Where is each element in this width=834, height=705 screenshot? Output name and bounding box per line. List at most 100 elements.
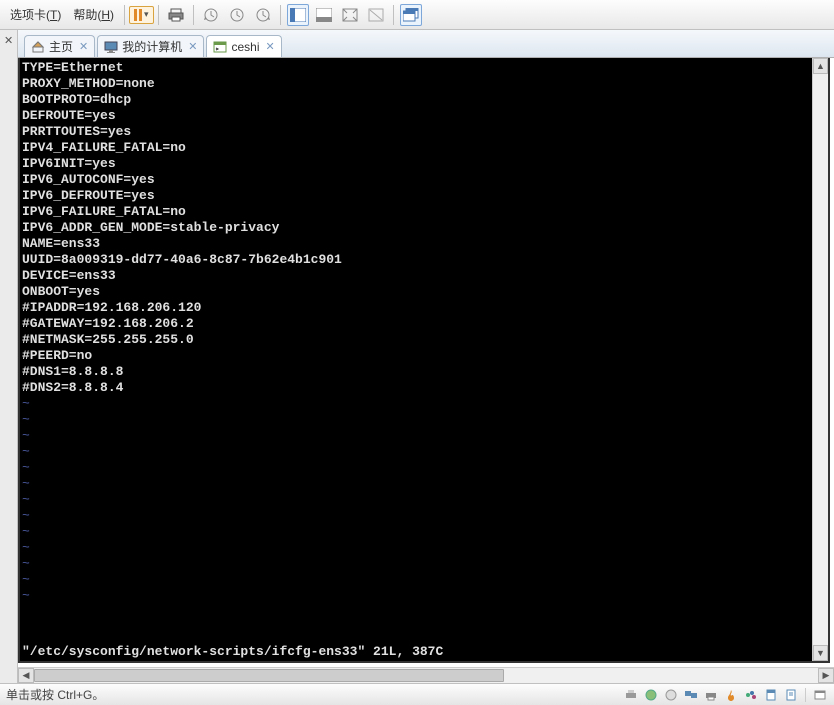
tab-home[interactable]: 主页 ✕ (24, 35, 95, 57)
tab-label: 主页 (49, 38, 73, 55)
pause-button[interactable]: ▾ (129, 6, 154, 24)
terminal-line: #NETMASK=255.255.255.0 (22, 332, 826, 348)
clock-icon (229, 7, 245, 23)
flame-status-icon[interactable] (723, 687, 739, 703)
content-scrollbar-horizontal[interactable]: ◀ ▶ (18, 667, 834, 683)
history-forward-button[interactable] (252, 4, 274, 26)
menu-options-hotkey: T (50, 8, 57, 22)
left-sidebar-collapsed: ✕ (0, 30, 18, 683)
terminal-line: DEVICE=ens33 (22, 268, 826, 284)
vim-empty-line: ~ (22, 460, 826, 476)
printer-status-icon[interactable] (623, 687, 639, 703)
vim-empty-line: ~ (22, 444, 826, 460)
globe2-status-icon[interactable] (663, 687, 679, 703)
history-back-button[interactable] (200, 4, 222, 26)
panel-left-icon (290, 8, 306, 22)
terminal-line: NAME=ens33 (22, 236, 826, 252)
doc1-status-icon[interactable] (763, 687, 779, 703)
panel-bottom-icon (316, 8, 332, 22)
vim-empty-line: ~ (22, 556, 826, 572)
view-windows-button[interactable] (400, 4, 422, 26)
status-bar: 单击或按 Ctrl+G。 (0, 683, 834, 705)
vim-empty-line: ~ (22, 540, 826, 556)
menu-options-suffix: ) (57, 8, 61, 22)
status-icons (623, 687, 828, 703)
vim-empty-line: ~ (22, 396, 826, 412)
print-button[interactable] (165, 4, 187, 26)
menu-help-hotkey: H (101, 8, 110, 22)
terminal-line: IPV6_AUTOCONF=yes (22, 172, 826, 188)
vim-empty-line: ~ (22, 524, 826, 540)
terminal-line: #PEERD=no (22, 348, 826, 364)
panel-crossed-icon (368, 8, 384, 22)
tab-label: ceshi (231, 40, 259, 54)
tab-label: 我的计算机 (122, 38, 182, 55)
tab-ceshi[interactable]: ceshi ✕ (206, 35, 281, 57)
terminal-line: #IPADDR=192.168.206.120 (22, 300, 826, 316)
terminal-line: TYPE=Ethernet (22, 60, 826, 76)
globe-status-icon[interactable] (643, 687, 659, 703)
doc2-status-icon[interactable] (783, 687, 799, 703)
status-text: 单击或按 Ctrl+G。 (6, 686, 623, 703)
scroll-right-button[interactable]: ▶ (818, 668, 834, 683)
clock-back-icon (203, 7, 219, 23)
tab-close-button[interactable]: ✕ (265, 40, 274, 53)
toolbar-separator (280, 5, 281, 25)
clock-forward-icon (255, 7, 271, 23)
terminal-line: IPV4_FAILURE_FATAL=no (22, 140, 826, 156)
view-fullscreen-button[interactable] (339, 4, 361, 26)
scroll-track[interactable] (34, 668, 818, 683)
monitor-icon (104, 40, 118, 54)
printer-icon (168, 7, 184, 23)
chevron-down-icon: ▾ (144, 9, 149, 20)
toolbar-separator (124, 5, 125, 25)
terminal-line: #DNS1=8.8.8.8 (22, 364, 826, 380)
terminal-line: PROXY_METHOD=none (22, 76, 826, 92)
vim-empty-line: ~ (22, 428, 826, 444)
terminal-line: IPV6INIT=yes (22, 156, 826, 172)
view-panel-bottom-button[interactable] (313, 4, 335, 26)
terminal-line: UUID=8a009319-dd77-40a6-8c87-7b62e4b1c90… (22, 252, 826, 268)
fullscreen-icon (342, 8, 358, 22)
vim-status-line: "/etc/sysconfig/network-scripts/ifcfg-en… (22, 644, 443, 659)
terminal-line: DEFROUTE=yes (22, 108, 826, 124)
status-separator (805, 688, 806, 702)
terminal-content: TYPE=EthernetPROXY_METHOD=noneBOOTPROTO=… (20, 58, 828, 606)
tab-close-button[interactable]: ✕ (188, 40, 197, 53)
scroll-left-button[interactable]: ◀ (18, 668, 34, 683)
vim-empty-line: ~ (22, 492, 826, 508)
scroll-down-button[interactable]: ▼ (813, 645, 828, 661)
palette-status-icon[interactable] (743, 687, 759, 703)
main-toolbar: 选项卡(T) 帮助(H) ▾ (0, 0, 834, 30)
tab-my-computer[interactable]: 我的计算机 ✕ (97, 35, 204, 57)
terminal-line: #GATEWAY=192.168.206.2 (22, 316, 826, 332)
menu-options-prefix: 选项卡( (10, 6, 50, 23)
vim-empty-line: ~ (22, 412, 826, 428)
window-status-icon[interactable] (812, 687, 828, 703)
scroll-track[interactable] (813, 74, 828, 645)
view-sidebar-left-button[interactable] (287, 4, 309, 26)
monitors-status-icon[interactable] (683, 687, 699, 703)
close-sidebar-button[interactable]: ✕ (4, 34, 13, 47)
toolbar-separator (158, 5, 159, 25)
history-now-button[interactable] (226, 4, 248, 26)
printer2-status-icon[interactable] (703, 687, 719, 703)
terminal-scrollbar-vertical[interactable]: ▲ ▼ (812, 58, 828, 661)
windows-cascade-icon (403, 8, 419, 22)
toolbar-separator (193, 5, 194, 25)
tab-close-button[interactable]: ✕ (79, 40, 88, 53)
terminal[interactable]: TYPE=EthernetPROXY_METHOD=noneBOOTPROTO=… (18, 58, 830, 663)
menu-help[interactable]: 帮助(H) (67, 4, 120, 25)
vim-empty-line: ~ (22, 508, 826, 524)
terminal-line: #DNS2=8.8.8.4 (22, 380, 826, 396)
terminal-line: BOOTPROTO=dhcp (22, 92, 826, 108)
content-area: 主页 ✕ 我的计算机 ✕ ceshi ✕ TYPE=EthernetPROXY_… (18, 30, 834, 683)
terminal-line: IPV6_FAILURE_FATAL=no (22, 204, 826, 220)
menu-options[interactable]: 选项卡(T) (4, 4, 67, 25)
toolbar-separator (393, 5, 394, 25)
view-disabled-button[interactable] (365, 4, 387, 26)
pause-icon (134, 9, 142, 21)
scroll-up-button[interactable]: ▲ (813, 58, 828, 74)
scroll-thumb[interactable] (34, 669, 504, 682)
menu-help-suffix: ) (110, 8, 114, 22)
